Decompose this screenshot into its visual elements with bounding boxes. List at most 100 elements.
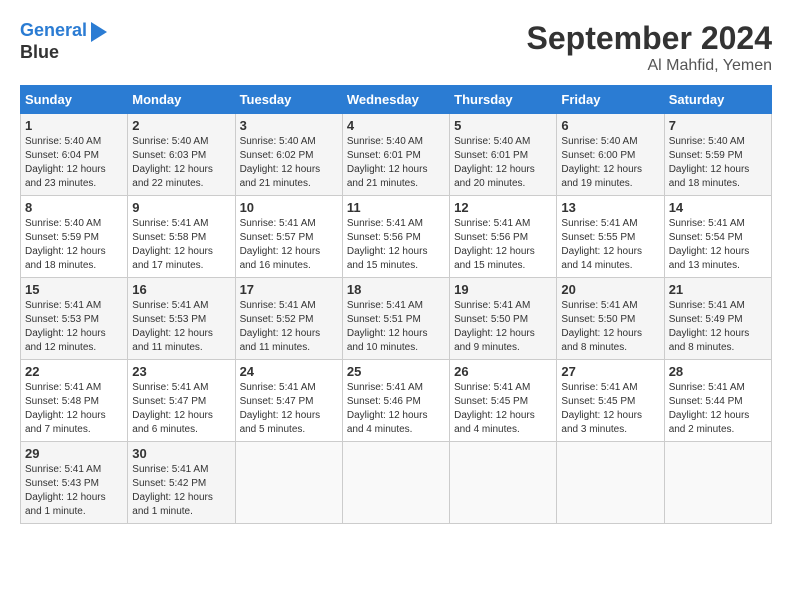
day-number: 28 (669, 364, 767, 379)
day-info: Sunrise: 5:41 AMSunset: 5:52 PMDaylight:… (240, 299, 338, 355)
day-info: Sunrise: 5:41 AMSunset: 5:42 PMDaylight:… (132, 463, 230, 519)
weekday-header-wednesday: Wednesday (342, 86, 449, 114)
day-cell (235, 442, 342, 524)
day-number: 29 (25, 446, 123, 461)
day-cell: 6Sunrise: 5:40 AMSunset: 6:00 PMDaylight… (557, 114, 664, 196)
day-info: Sunrise: 5:41 AMSunset: 5:57 PMDaylight:… (240, 217, 338, 273)
day-cell: 25Sunrise: 5:41 AMSunset: 5:46 PMDayligh… (342, 360, 449, 442)
day-cell: 15 Sunrise: 5:41 AMSunset: 5:53 PMDayligh… (21, 278, 128, 360)
day-number: 12 (454, 200, 552, 215)
day-info: Sunrise: 5:41 AMSunset: 5:43 PMDaylight:… (25, 463, 123, 519)
day-number: 22 (25, 364, 123, 379)
day-cell: 7 Sunrise: 5:40 AMSunset: 5:59 PMDaylight… (664, 114, 771, 196)
day-cell (664, 442, 771, 524)
weekday-header-thursday: Thursday (450, 86, 557, 114)
day-cell: 16Sunrise: 5:41 AMSunset: 5:53 PMDayligh… (128, 278, 235, 360)
day-cell: 29 Sunrise: 5:41 AMSunset: 5:43 PMDayligh… (21, 442, 128, 524)
day-number: 14 (669, 200, 767, 215)
day-info: Sunrise: 5:41 AMSunset: 5:51 PMDaylight:… (347, 299, 445, 355)
logo-subtext: Blue (20, 42, 59, 64)
logo: General Blue (20, 20, 107, 64)
weekday-header-monday: Monday (128, 86, 235, 114)
day-number: 3 (240, 118, 338, 133)
day-number: 9 (132, 200, 230, 215)
day-cell: 20 Sunrise: 5:41 AMSunset: 5:50 PMDayligh… (557, 278, 664, 360)
weekday-header-row: SundayMondayTuesdayWednesdayThursdayFrid… (21, 86, 772, 114)
day-cell: 26 Sunrise: 5:41 AMSunset: 5:45 PMDayligh… (450, 360, 557, 442)
week-row-2: 8Sunrise: 5:40 AMSunset: 5:59 PMDaylight… (21, 196, 772, 278)
day-cell: 21 Sunrise: 5:41 AMSunset: 5:49 PMDayligh… (664, 278, 771, 360)
day-number: 4 (347, 118, 445, 133)
day-cell: 1 Sunrise: 5:40 AMSunset: 6:04 PMDaylight… (21, 114, 128, 196)
calendar-body: 1 Sunrise: 5:40 AMSunset: 6:04 PMDaylight… (21, 114, 772, 524)
day-number: 19 (454, 282, 552, 297)
day-number: 8 (25, 200, 123, 215)
day-cell: 17 Sunrise: 5:41 AMSunset: 5:52 PMDayligh… (235, 278, 342, 360)
day-cell: 9 Sunrise: 5:41 AMSunset: 5:58 PMDaylight… (128, 196, 235, 278)
day-cell: 23Sunrise: 5:41 AMSunset: 5:47 PMDayligh… (128, 360, 235, 442)
day-number: 7 (669, 118, 767, 133)
logo-arrow-icon (91, 22, 107, 42)
day-number: 27 (561, 364, 659, 379)
day-cell: 18Sunrise: 5:41 AMSunset: 5:51 PMDayligh… (342, 278, 449, 360)
day-cell: 3 Sunrise: 5:40 AMSunset: 6:02 PMDaylight… (235, 114, 342, 196)
day-number: 20 (561, 282, 659, 297)
day-info: Sunrise: 5:41 AMSunset: 5:49 PMDaylight:… (669, 299, 767, 355)
day-info: Sunrise: 5:41 AMSunset: 5:47 PMDaylight:… (132, 381, 230, 437)
logo-text: General (20, 20, 87, 42)
day-number: 13 (561, 200, 659, 215)
day-cell (342, 442, 449, 524)
day-number: 26 (454, 364, 552, 379)
day-info: Sunrise: 5:40 AMSunset: 6:03 PMDaylight:… (132, 135, 230, 191)
day-cell: 5Sunrise: 5:40 AMSunset: 6:01 PMDaylight… (450, 114, 557, 196)
page-header: General Blue September 2024 Al Mahfid, Y… (20, 20, 772, 75)
week-row-1: 1 Sunrise: 5:40 AMSunset: 6:04 PMDaylight… (21, 114, 772, 196)
day-cell (557, 442, 664, 524)
day-number: 1 (25, 118, 123, 133)
week-row-3: 15 Sunrise: 5:41 AMSunset: 5:53 PMDayligh… (21, 278, 772, 360)
day-cell: 8Sunrise: 5:40 AMSunset: 5:59 PMDaylight… (21, 196, 128, 278)
day-number: 16 (132, 282, 230, 297)
week-row-5: 29 Sunrise: 5:41 AMSunset: 5:43 PMDayligh… (21, 442, 772, 524)
day-number: 17 (240, 282, 338, 297)
day-cell: 30 Sunrise: 5:41 AMSunset: 5:42 PMDayligh… (128, 442, 235, 524)
day-info: Sunrise: 5:40 AMSunset: 6:01 PMDaylight:… (347, 135, 445, 191)
day-info: Sunrise: 5:41 AMSunset: 5:53 PMDaylight:… (25, 299, 123, 355)
day-number: 2 (132, 118, 230, 133)
weekday-header-tuesday: Tuesday (235, 86, 342, 114)
day-cell: 19 Sunrise: 5:41 AMSunset: 5:50 PMDayligh… (450, 278, 557, 360)
day-info: Sunrise: 5:41 AMSunset: 5:45 PMDaylight:… (454, 381, 552, 437)
day-info: Sunrise: 5:41 AMSunset: 5:58 PMDaylight:… (132, 217, 230, 273)
day-info: Sunrise: 5:41 AMSunset: 5:45 PMDaylight:… (561, 381, 659, 437)
day-info: Sunrise: 5:41 AMSunset: 5:50 PMDaylight:… (561, 299, 659, 355)
day-number: 10 (240, 200, 338, 215)
location-label: Al Mahfid, Yemen (527, 57, 772, 75)
day-info: Sunrise: 5:40 AMSunset: 6:04 PMDaylight:… (25, 135, 123, 191)
day-info: Sunrise: 5:40 AMSunset: 6:01 PMDaylight:… (454, 135, 552, 191)
day-cell: 4 Sunrise: 5:40 AMSunset: 6:01 PMDaylight… (342, 114, 449, 196)
day-info: Sunrise: 5:41 AMSunset: 5:48 PMDaylight:… (25, 381, 123, 437)
day-info: Sunrise: 5:40 AMSunset: 5:59 PMDaylight:… (669, 135, 767, 191)
day-number: 25 (347, 364, 445, 379)
month-title: September 2024 (527, 20, 772, 57)
day-number: 15 (25, 282, 123, 297)
day-info: Sunrise: 5:40 AMSunset: 6:00 PMDaylight:… (561, 135, 659, 191)
day-number: 24 (240, 364, 338, 379)
day-cell: 28 Sunrise: 5:41 AMSunset: 5:44 PMDayligh… (664, 360, 771, 442)
day-info: Sunrise: 5:40 AMSunset: 6:02 PMDaylight:… (240, 135, 338, 191)
day-number: 30 (132, 446, 230, 461)
day-info: Sunrise: 5:41 AMSunset: 5:47 PMDaylight:… (240, 381, 338, 437)
day-cell: 12 Sunrise: 5:41 AMSunset: 5:56 PMDayligh… (450, 196, 557, 278)
weekday-header-saturday: Saturday (664, 86, 771, 114)
weekday-header-friday: Friday (557, 86, 664, 114)
day-info: Sunrise: 5:41 AMSunset: 5:56 PMDaylight:… (454, 217, 552, 273)
title-section: September 2024 Al Mahfid, Yemen (527, 20, 772, 75)
day-number: 11 (347, 200, 445, 215)
day-cell: 2 Sunrise: 5:40 AMSunset: 6:03 PMDaylight… (128, 114, 235, 196)
day-cell: 13Sunrise: 5:41 AMSunset: 5:55 PMDayligh… (557, 196, 664, 278)
day-info: Sunrise: 5:41 AMSunset: 5:50 PMDaylight:… (454, 299, 552, 355)
calendar-table: SundayMondayTuesdayWednesdayThursdayFrid… (20, 85, 772, 524)
day-number: 21 (669, 282, 767, 297)
day-cell: 14Sunrise: 5:41 AMSunset: 5:54 PMDayligh… (664, 196, 771, 278)
day-info: Sunrise: 5:41 AMSunset: 5:44 PMDaylight:… (669, 381, 767, 437)
